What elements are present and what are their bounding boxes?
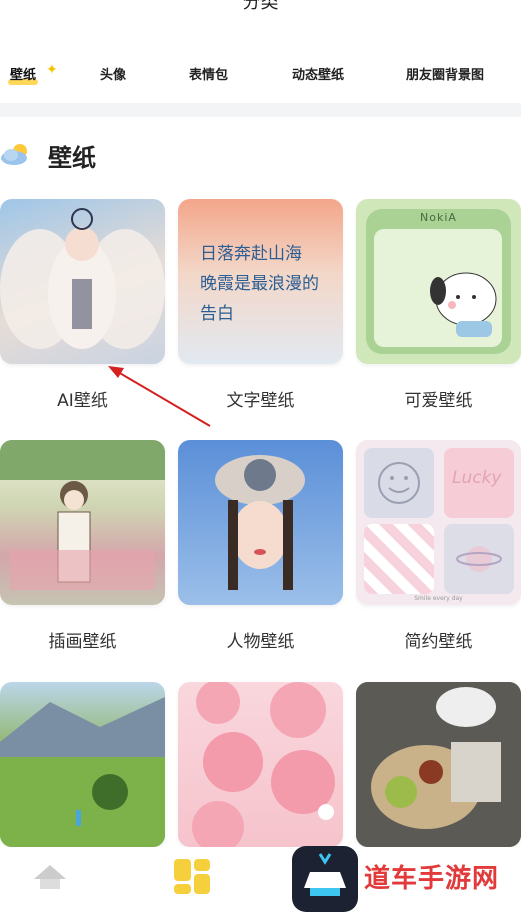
picnic-basket-photo [356,682,521,847]
page-title: 分类 [242,0,279,13]
category-icon[interactable] [172,857,212,897]
card-label-portrait: 人物壁纸 [226,632,295,652]
smile-caption: Smile every day [414,595,463,602]
card-strawberry-wallpaper[interactable] [178,682,343,847]
card-cute-wallpaper[interactable]: NokiA [356,199,521,364]
card-label-cute: 可爱壁纸 [404,391,473,411]
girl-illustration [0,440,165,590]
divider [0,103,521,117]
category-tabs: 壁纸 ✦ 头像 表情包 动态壁纸 朋友圈背景图 [0,56,521,90]
planet-icon [456,546,502,572]
card-label-text: 文字壁纸 [226,391,295,411]
card-illustration-wallpaper[interactable] [0,440,165,605]
tab-live-wallpaper[interactable]: 动态壁纸 [292,64,344,83]
card-label-ai: AI壁纸 [57,391,108,411]
card-label-illustration: 插画壁纸 [48,632,117,652]
tab-moments-background[interactable]: 朋友圈背景图 [406,64,484,83]
tab-label: 壁纸 [10,68,37,83]
card-portrait-wallpaper[interactable] [178,440,343,605]
card-text-wallpaper[interactable]: 日落奔赴山海 晚霞是最浪漫的 告白 [178,199,343,364]
sparkle-icon: ✦ [46,62,58,78]
card-landscape-wallpaper[interactable] [0,682,165,847]
text-wallpaper-calligraphy: 日落奔赴山海 晚霞是最浪漫的 告白 [200,239,319,329]
watermark-brand: 道车手游网 [364,864,500,894]
pochacco-icon [430,272,497,337]
checker-tile [364,524,434,594]
calligraphy-line: 告白 [200,304,234,324]
card-picnic-wallpaper[interactable] [356,682,521,847]
card-simple-wallpaper[interactable]: Lucky Smile every day [356,440,521,605]
nokia-text: NokiA [420,211,457,224]
strawberry-illustration [192,682,335,847]
calligraphy-line: 晚霞是最浪漫的 [200,274,319,294]
ai-angel-illustration [0,208,165,349]
home-icon[interactable] [32,861,68,891]
lucky-text: Lucky [452,468,502,488]
cloud-sun-icon [1,144,27,165]
card-ai-wallpaper[interactable] [0,199,165,364]
tab-avatar[interactable]: 头像 [100,64,126,83]
watermark-logo-icon [292,846,358,912]
section-title: 壁纸 [48,144,96,172]
calligraphy-line: 日落奔赴山海 [200,244,302,264]
card-label-simple: 简约壁纸 [404,632,473,652]
smiley-icon [378,462,420,504]
tab-wallpaper[interactable]: 壁纸 ✦ [7,62,58,85]
girl-portrait [215,455,305,590]
mountain-meadow [0,697,165,847]
tab-stickers[interactable]: 表情包 [189,64,228,83]
